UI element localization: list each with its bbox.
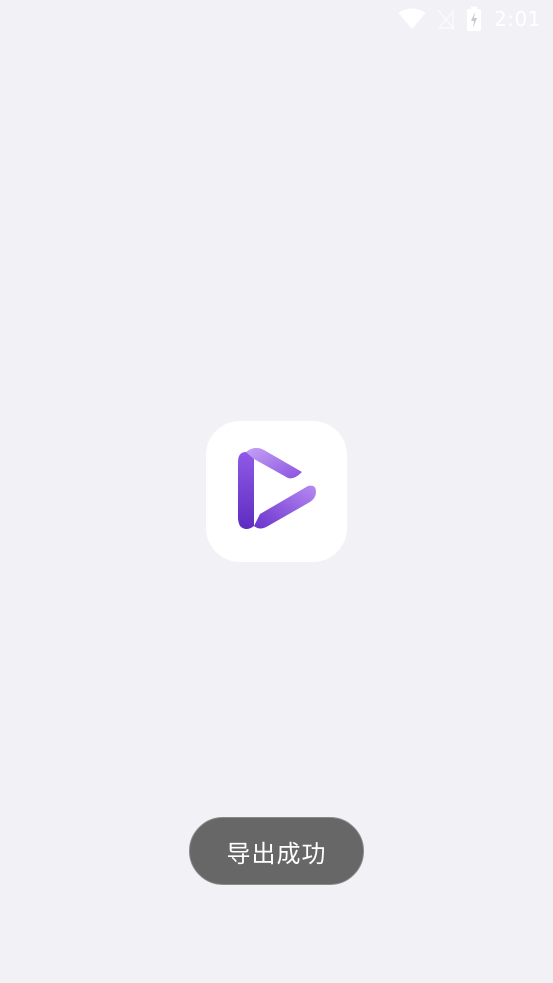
wifi-icon xyxy=(398,8,426,30)
toast-message: 导出成功 xyxy=(226,839,327,868)
no-signal-icon xyxy=(436,8,456,30)
app-icon[interactable] xyxy=(206,421,347,562)
play-logo-icon xyxy=(232,442,322,542)
battery-charging-icon xyxy=(466,6,482,32)
toast: 导出成功 xyxy=(189,817,364,885)
screen: 2:01 导出成功 xyxy=(0,0,553,983)
status-bar: 2:01 xyxy=(398,0,553,38)
status-time: 2:01 xyxy=(494,7,541,31)
